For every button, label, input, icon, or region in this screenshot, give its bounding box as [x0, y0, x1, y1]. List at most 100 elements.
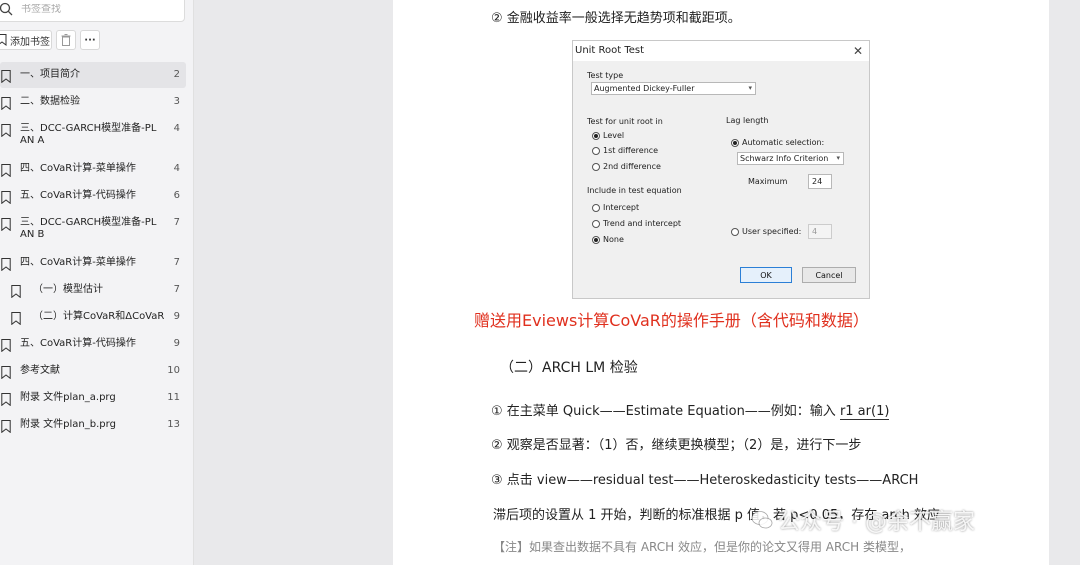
bookmark-label: 二、数据检验 [20, 96, 80, 107]
include-label: Include in test equation [587, 186, 682, 195]
user-specified-input[interactable]: 4 [808, 224, 832, 239]
bookmark-icon [1, 97, 11, 110]
bookmark-icon [1, 191, 11, 204]
bookmark-label: 三、DCC-GARCH模型准备-PLAN A [20, 123, 157, 146]
bookmark-label: （一）模型估计 [33, 284, 103, 295]
bookmark-item[interactable]: 参考文献 10 [0, 358, 186, 384]
maximum-label: Maximum [748, 177, 788, 186]
radio-intercept[interactable]: Intercept [592, 203, 639, 212]
radio-automatic-selection[interactable]: Automatic selection: [731, 138, 824, 147]
bookmark-item[interactable]: （一）模型估计 7 [0, 277, 186, 303]
bookmark-page-number: 3 [173, 96, 180, 107]
doc-step-1-text: ① 在主菜单 Quick——Estimate Equation——例如：输入 [491, 404, 840, 419]
bookmark-label: 四、CoVaR计算-菜单操作 [20, 163, 136, 174]
unit-root-test-dialog: Unit Root Test ✕ Test type Augmented Dic… [572, 40, 870, 299]
ok-button-label: OK [760, 270, 772, 280]
bookmark-page-number: 11 [167, 392, 180, 403]
radio-selected-icon [731, 138, 739, 147]
doc-step-1: ① 在主菜单 Quick——Estimate Equation——例如：输入 r… [491, 400, 890, 420]
bookmark-icon [11, 285, 21, 298]
bookmark-icon [11, 312, 21, 325]
add-bookmark-button[interactable]: 添加书签 [0, 30, 52, 50]
bookmark-item[interactable]: 五、CoVaR计算-代码操作 6 [0, 183, 186, 209]
bookmark-icon [1, 366, 11, 379]
maximum-input[interactable]: 24 [808, 174, 832, 189]
radio-trend-intercept[interactable]: Trend and intercept [592, 219, 681, 228]
bookmark-toolbar: 添加书签 ··· [0, 30, 100, 50]
bookmark-search-box[interactable] [0, 0, 185, 22]
more-options-label: ··· [84, 34, 96, 46]
bookmark-icon [1, 218, 11, 231]
radio-trend-intercept-label: Trend and intercept [603, 219, 682, 228]
radio-icon [592, 219, 600, 228]
search-icon [0, 2, 13, 16]
bookmark-item[interactable]: 四、CoVaR计算-菜单操作 4 [0, 156, 186, 182]
bookmark-item[interactable]: 附录 文件plan_a.prg 11 [0, 385, 186, 411]
radio-icon [592, 203, 600, 212]
lag-length-label: Lag length [726, 116, 769, 125]
bookmark-label: 附录 文件plan_a.prg [20, 392, 116, 403]
delete-bookmark-button[interactable] [56, 30, 76, 50]
unit-root-label: Test for unit root in [587, 117, 663, 126]
bookmark-icon [1, 393, 11, 406]
radio-level[interactable]: Level [592, 131, 624, 140]
bookmark-page-number: 7 [173, 284, 180, 295]
more-options-button[interactable]: ··· [80, 30, 100, 50]
cancel-button-label: Cancel [815, 270, 843, 280]
ok-button[interactable]: OK [740, 267, 792, 283]
dialog-title: Unit Root Test [575, 45, 645, 56]
chevron-down-icon: ▾ [836, 154, 840, 162]
dialog-titlebar: Unit Root Test ✕ [573, 41, 869, 61]
bookmark-item[interactable]: 四、CoVaR计算-菜单操作 7 [0, 250, 186, 276]
test-type-value: Augmented Dickey-Fuller [594, 84, 695, 93]
radio-2nd-difference[interactable]: 2nd difference [592, 162, 661, 171]
bookmark-icon [0, 34, 7, 46]
chevron-down-icon: ▾ [748, 84, 752, 92]
bookmark-page-number: 9 [173, 311, 180, 322]
doc-step-1-code: r1 ar(1) [839, 404, 890, 420]
close-icon[interactable]: ✕ [853, 44, 863, 58]
radio-user-specified[interactable]: User specified: [731, 227, 801, 236]
criterion-value: Schwarz Info Criterion [740, 154, 829, 163]
watermark-text: 公众号 · @余不赢家 [778, 510, 975, 535]
bookmark-item[interactable]: 三、DCC-GARCH模型准备-PLAN B 7 [0, 210, 186, 246]
bookmark-label: 四、CoVaR计算-菜单操作 [20, 257, 136, 268]
radio-2nd-difference-label: 2nd difference [603, 162, 661, 171]
bookmark-icon [1, 70, 11, 83]
section-heading: （二）ARCH LM 检验 [500, 360, 638, 376]
cancel-button[interactable]: Cancel [802, 267, 856, 283]
radio-none-label: None [603, 235, 624, 244]
bookmark-page-number: 4 [173, 123, 180, 134]
bookmark-item[interactable]: 二、数据检验 3 [0, 89, 186, 115]
bookmark-icon [1, 164, 11, 177]
add-bookmark-label: 添加书签 [10, 36, 50, 48]
bookmark-page-number: 2 [173, 69, 180, 80]
bookmark-item[interactable]: 三、DCC-GARCH模型准备-PLAN A 4 [0, 116, 186, 152]
bookmark-page-number: 9 [173, 338, 180, 349]
radio-none[interactable]: None [592, 235, 624, 244]
bookmark-item[interactable]: 五、CoVaR计算-代码操作 9 [0, 331, 186, 357]
radio-selected-icon [592, 235, 600, 244]
bookmark-label: 三、DCC-GARCH模型准备-PLAN B [20, 217, 157, 240]
bookmark-label: 一、项目简介 [20, 69, 80, 80]
bookmark-item[interactable]: 附录 文件plan_b.prg 13 [0, 412, 186, 438]
bookmark-label: 参考文献 [20, 365, 60, 376]
radio-1st-difference-label: 1st difference [603, 146, 659, 155]
user-specified-label: User specified: [742, 227, 802, 236]
bookmark-icon [1, 339, 11, 352]
bookmark-page-number: 4 [173, 163, 180, 174]
doc-note: 【注】如果查出数据不具有 ARCH 效应，但是你的论文又得用 ARCH 类模型， [493, 540, 911, 554]
radio-icon [731, 227, 739, 236]
bookmark-item[interactable]: 一、项目简介 2 [0, 62, 186, 88]
test-type-label: Test type [587, 71, 624, 80]
test-type-select[interactable]: Augmented Dickey-Fuller ▾ [591, 82, 756, 95]
bookmark-label: 附录 文件plan_b.prg [20, 419, 116, 430]
bookmark-label: 五、CoVaR计算-代码操作 [20, 338, 136, 349]
criterion-select[interactable]: Schwarz Info Criterion ▾ [737, 152, 844, 165]
radio-1st-difference[interactable]: 1st difference [592, 146, 658, 155]
radio-intercept-label: Intercept [603, 203, 640, 212]
radio-icon [592, 162, 600, 171]
bookmark-item[interactable]: （二）计算CoVaR和ΔCoVaR 9 [0, 304, 186, 330]
bookmark-search-input[interactable] [21, 3, 171, 15]
user-specified-value: 4 [812, 227, 818, 236]
